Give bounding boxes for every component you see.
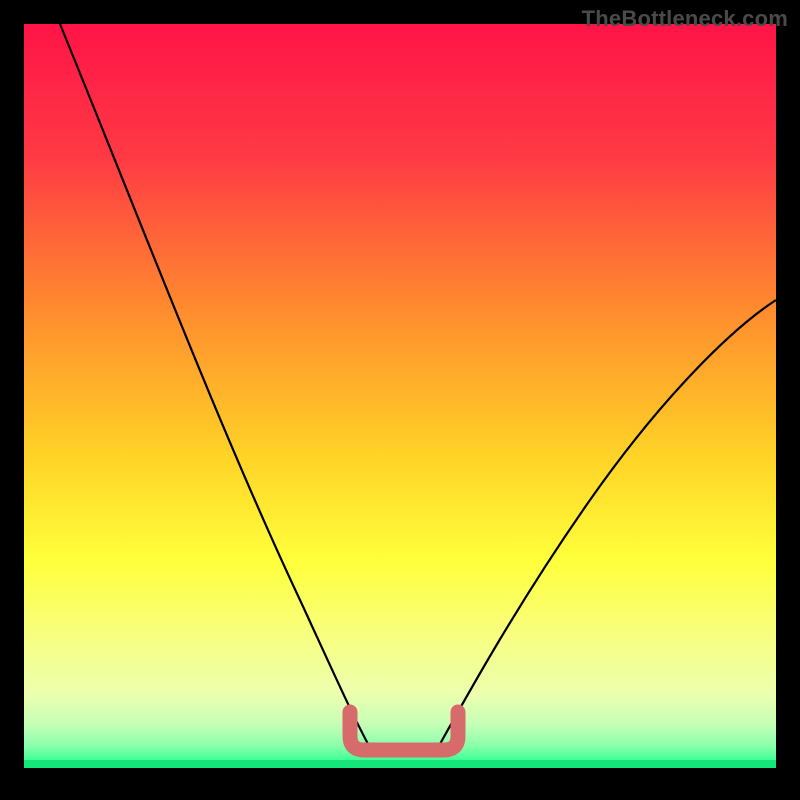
plot-gradient	[24, 24, 776, 768]
chart-svg	[0, 0, 800, 800]
chart-stage: TheBottleneck.com	[0, 0, 800, 800]
watermark-text: TheBottleneck.com	[582, 6, 788, 32]
bottom-green-band	[24, 760, 776, 768]
